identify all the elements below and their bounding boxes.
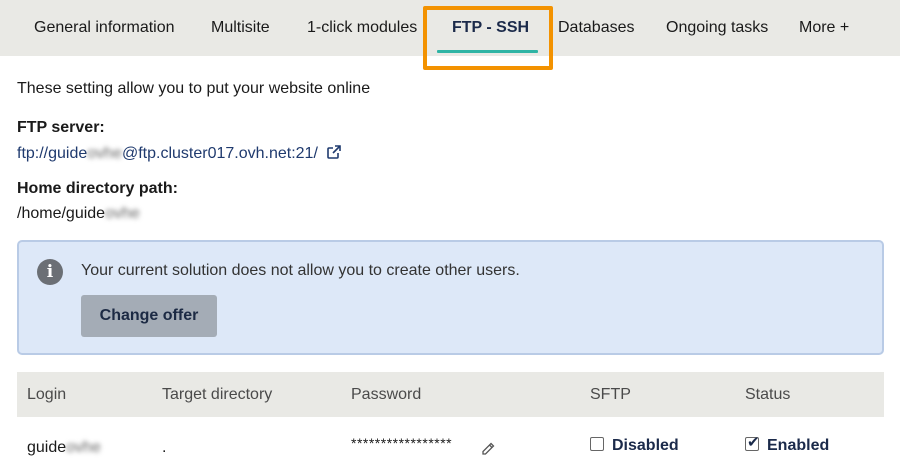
status-label: Enabled <box>767 437 830 454</box>
sftp-checkbox[interactable] <box>590 437 604 451</box>
row-login: guideovhe <box>27 439 101 457</box>
home-blurred-text: ovhe <box>105 205 140 222</box>
tab-ftp-ssh[interactable]: FTP - SSH <box>452 19 529 37</box>
home-directory-label: Home directory path: <box>17 180 178 197</box>
home-prefix: /home/guide <box>17 205 106 222</box>
tab-databases[interactable]: Databases <box>558 19 635 37</box>
status-checkbox[interactable]: ✔ <box>745 434 760 451</box>
status-toggle[interactable]: ✔ Enabled <box>745 434 830 455</box>
home-directory-value: /home/guideovhe <box>17 205 140 223</box>
column-status: Status <box>745 386 791 403</box>
ftp-server-link[interactable]: ftp://guideovhe@ftp.cluster017.ovh.net:2… <box>17 145 318 162</box>
change-offer-button[interactable]: Change offer <box>81 295 217 337</box>
ftp-prefix: ftp://guide <box>17 145 88 162</box>
login-blurred-text: ovhe <box>66 439 101 456</box>
external-link-icon[interactable] <box>326 144 342 165</box>
sftp-label: Disabled <box>612 437 679 454</box>
sftp-toggle[interactable]: Disabled <box>590 437 679 455</box>
ftp-suffix: @ftp.cluster017.ovh.net:21/ <box>121 145 318 162</box>
tab-ongoing-tasks[interactable]: Ongoing tasks <box>666 19 768 37</box>
intro-text: These setting allow you to put your webs… <box>17 80 371 97</box>
column-password: Password <box>351 386 422 403</box>
ftp-server-label: FTP server: <box>17 119 105 136</box>
tab-general-information[interactable]: General information <box>34 19 175 37</box>
row-password: ***************** <box>351 435 453 451</box>
pencil-icon[interactable] <box>480 441 496 462</box>
info-banner: i Your current solution does not allow y… <box>17 240 884 355</box>
tab-bar: General information Multisite 1-click mo… <box>0 0 900 56</box>
active-tab-indicator <box>437 50 538 53</box>
column-target-directory: Target directory <box>162 386 273 403</box>
tab-multisite[interactable]: Multisite <box>211 19 270 37</box>
table-header: Login Target directory Password SFTP Sta… <box>17 372 884 417</box>
checkmark-icon: ✔ <box>747 434 760 451</box>
ftp-server-value: ftp://guideovhe@ftp.cluster017.ovh.net:2… <box>17 144 342 165</box>
ftp-blurred-text: ovhe <box>87 145 122 162</box>
tab-1-click-modules[interactable]: 1-click modules <box>307 19 417 37</box>
row-target-directory: . <box>162 439 167 456</box>
info-message: Your current solution does not allow you… <box>81 262 520 279</box>
tab-more[interactable]: More + <box>799 19 849 37</box>
info-icon: i <box>37 259 63 285</box>
column-login: Login <box>27 386 67 403</box>
column-sftp: SFTP <box>590 386 631 403</box>
login-prefix: guide <box>27 439 67 456</box>
